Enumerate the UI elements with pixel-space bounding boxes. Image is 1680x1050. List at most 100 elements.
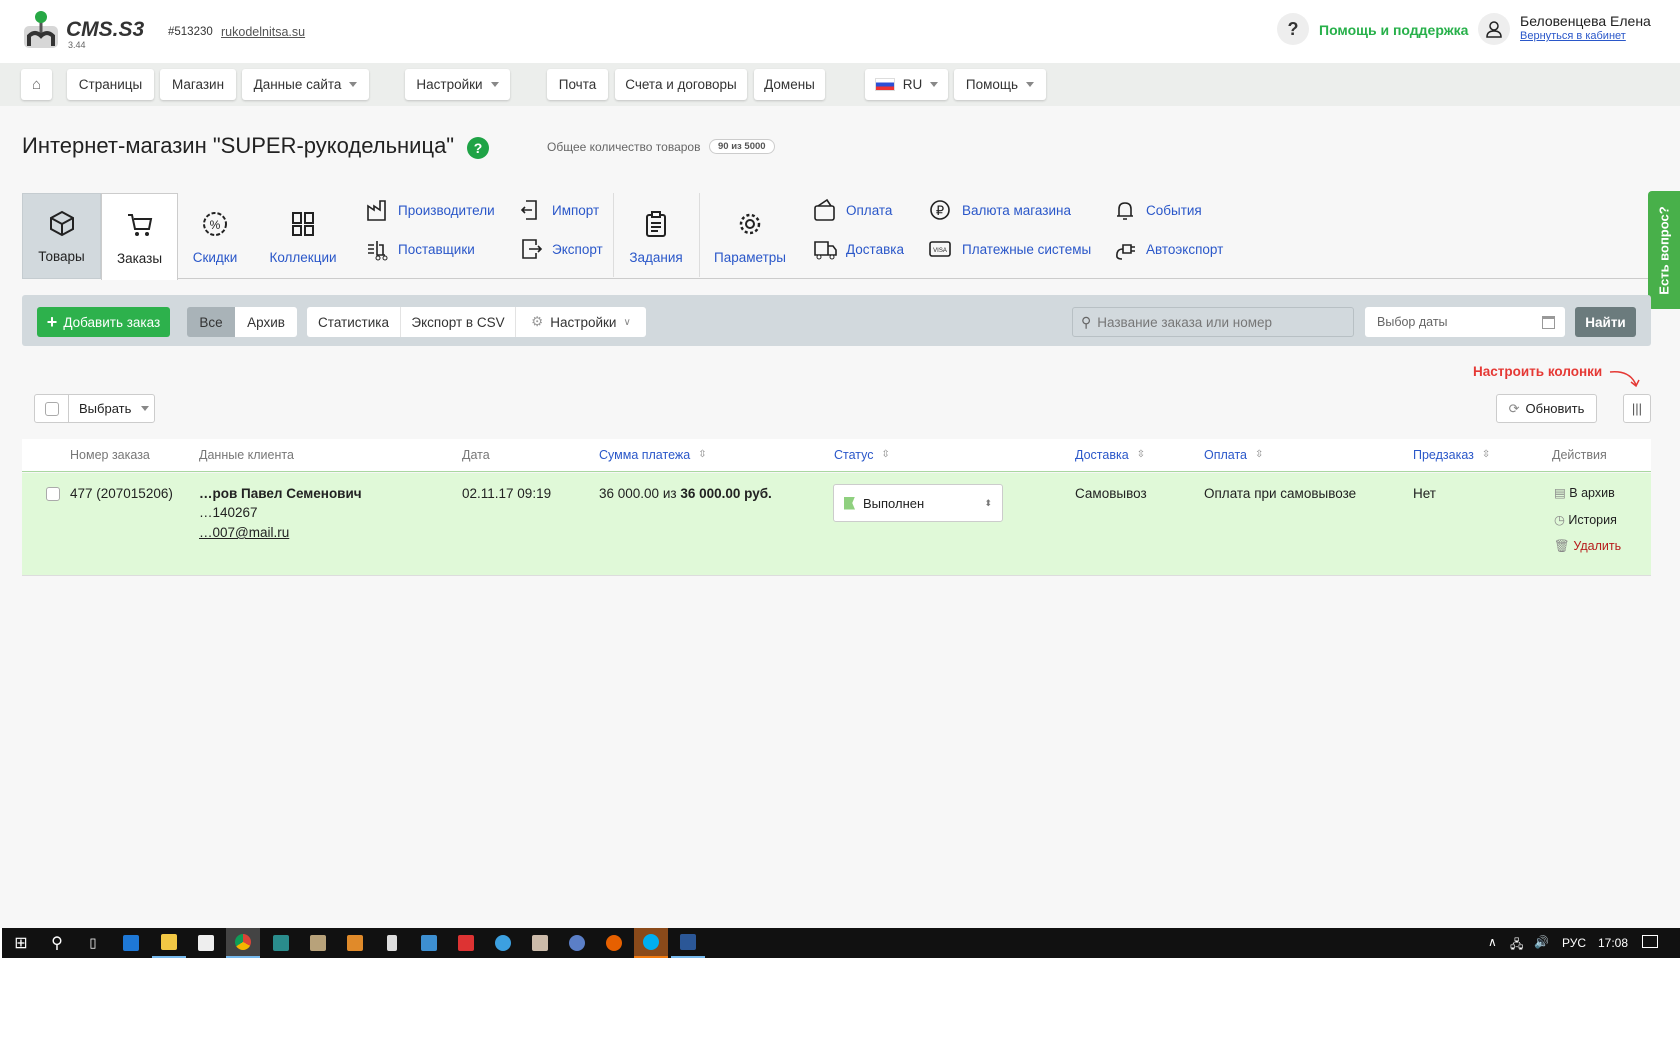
select-dropdown[interactable]: Выбрать bbox=[34, 394, 155, 423]
kaspersky-icon bbox=[458, 935, 474, 951]
module-platezhnye[interactable]: VISA Платежные системы bbox=[929, 237, 1091, 261]
module-import[interactable]: Импорт bbox=[519, 198, 599, 222]
order-sum: 36 000.00 из 36 000.00 руб. bbox=[599, 486, 772, 501]
module-skidki[interactable]: % Скидки bbox=[185, 193, 245, 279]
taskbar-ie[interactable] bbox=[486, 928, 520, 958]
status-select[interactable]: Выполнен ⬍ bbox=[833, 484, 1003, 522]
col-sum[interactable]: Сумма платежа ⇳ bbox=[599, 448, 707, 462]
date-picker-input[interactable]: Выбор даты bbox=[1365, 307, 1565, 337]
task-view-button[interactable]: ▯ bbox=[76, 928, 110, 958]
columns-settings-button[interactable]: ||| bbox=[1623, 394, 1651, 423]
sum-of: из bbox=[662, 486, 677, 501]
taskbar-word[interactable] bbox=[671, 928, 705, 958]
nav-invoices[interactable]: Счета и договоры bbox=[615, 69, 747, 100]
taskbar-edge[interactable] bbox=[114, 928, 148, 958]
taskbar-skype[interactable] bbox=[634, 928, 668, 958]
refresh-button[interactable]: ⟳ Обновить bbox=[1496, 394, 1597, 423]
nav-pages[interactable]: Страницы bbox=[67, 69, 154, 100]
module-dostavka[interactable]: Доставка bbox=[813, 237, 904, 261]
task-view-icon: ▯ bbox=[89, 935, 97, 950]
statistics-button[interactable]: Статистика bbox=[307, 307, 401, 337]
taskbar-explorer[interactable] bbox=[152, 928, 186, 958]
taskbar-chrome[interactable] bbox=[226, 928, 260, 958]
module-label: Валюта магазина bbox=[962, 202, 1071, 218]
select-all-checkbox[interactable] bbox=[35, 395, 69, 422]
export-csv-button[interactable]: Экспорт в CSV bbox=[401, 307, 516, 337]
module-parametry[interactable]: Параметры bbox=[706, 193, 794, 279]
gear-icon bbox=[739, 213, 761, 235]
add-order-button[interactable]: + Добавить заказ bbox=[37, 307, 170, 337]
delete-action[interactable]: 🗑 Удалить bbox=[1554, 539, 1621, 554]
archive-action[interactable]: ▤ В архив bbox=[1554, 485, 1615, 500]
delivery-value: Самовывоз bbox=[1075, 486, 1147, 501]
find-button[interactable]: Найти bbox=[1575, 307, 1636, 337]
order-search-input[interactable]: ⚲ Название заказа или номер bbox=[1072, 307, 1354, 337]
taskbar-firefox[interactable] bbox=[597, 928, 631, 958]
back-to-cabinet-link[interactable]: Вернуться в кабинет bbox=[1520, 30, 1626, 42]
nav-help[interactable]: Помощь bbox=[954, 69, 1046, 100]
row-checkbox[interactable] bbox=[46, 487, 60, 501]
help-icon[interactable]: ? bbox=[1277, 13, 1309, 45]
home-button[interactable]: ⌂ bbox=[21, 69, 52, 100]
module-oplata[interactable]: Оплата bbox=[813, 198, 892, 222]
taskbar-app[interactable] bbox=[338, 928, 372, 958]
taskbar-store[interactable] bbox=[189, 928, 223, 958]
svg-text:%: % bbox=[210, 218, 221, 232]
module-export[interactable]: Экспорт bbox=[519, 237, 603, 261]
clock[interactable]: 17:08 bbox=[1598, 936, 1628, 950]
tray-chevron-icon[interactable]: ∧ bbox=[1488, 935, 1497, 949]
search-button[interactable]: ⚲ bbox=[40, 928, 74, 958]
question-side-tab[interactable]: Есть вопрос? bbox=[1648, 191, 1680, 309]
network-icon[interactable]: 🖧 bbox=[1510, 935, 1523, 956]
module-tovary[interactable]: Товары bbox=[22, 193, 101, 279]
start-button[interactable]: ⊞ bbox=[4, 928, 38, 958]
gear-icon: ⚙ bbox=[531, 314, 544, 329]
sum-total: 36 000.00 руб. bbox=[680, 486, 772, 501]
settings-dropdown[interactable]: ⚙ Настройки ∨ bbox=[516, 307, 646, 337]
notifications-icon[interactable] bbox=[1642, 935, 1658, 948]
module-valuta[interactable]: ₽ Валюта магазина bbox=[929, 198, 1071, 222]
taskbar-app[interactable] bbox=[301, 928, 335, 958]
site-domain-link[interactable]: rukodelnitsa.su bbox=[221, 25, 305, 39]
module-proizvoditeli[interactable]: Производители bbox=[365, 198, 495, 222]
module-zakazy[interactable]: Заказы bbox=[101, 193, 178, 280]
client-email-link[interactable]: …007@mail.ru bbox=[199, 525, 289, 540]
module-kollekcii[interactable]: Коллекции bbox=[268, 193, 338, 279]
module-postavshiki[interactable]: Поставщики bbox=[365, 237, 475, 261]
filter-archive-tab[interactable]: Архив bbox=[235, 307, 297, 337]
cms-logo-icon[interactable] bbox=[22, 10, 60, 50]
nav-site-data[interactable]: Данные сайта bbox=[242, 69, 369, 100]
filter-all-tab[interactable]: Все bbox=[187, 307, 235, 337]
volume-icon[interactable]: 🔊 bbox=[1534, 935, 1549, 949]
help-support-link[interactable]: Помощь и поддержка bbox=[1319, 22, 1468, 38]
nav-shop[interactable]: Магазин bbox=[160, 69, 236, 100]
col-status[interactable]: Статус ⇳ bbox=[834, 448, 890, 462]
title-help-icon[interactable]: ? bbox=[467, 137, 489, 159]
taskbar-app[interactable] bbox=[264, 928, 298, 958]
taskbar-app[interactable] bbox=[412, 928, 446, 958]
taskbar-paint[interactable] bbox=[523, 928, 557, 958]
module-sobytiya[interactable]: События bbox=[1113, 198, 1202, 222]
module-avtoexport[interactable]: Автоэкспорт bbox=[1113, 237, 1223, 261]
module-zadaniya[interactable]: Задания bbox=[620, 193, 692, 279]
taskbar-app[interactable] bbox=[560, 928, 594, 958]
nav-settings[interactable]: Настройки bbox=[405, 69, 510, 100]
taskbar-calculator[interactable] bbox=[375, 928, 409, 958]
user-icon[interactable] bbox=[1478, 13, 1510, 45]
language-indicator[interactable]: РУС bbox=[1562, 936, 1586, 950]
edge-icon bbox=[123, 935, 139, 951]
module-label: Товары bbox=[38, 249, 85, 264]
col-delivery[interactable]: Доставка ⇳ bbox=[1075, 448, 1145, 462]
search-placeholder: Название заказа или номер bbox=[1097, 314, 1273, 330]
sort-icon: ⇳ bbox=[1255, 449, 1264, 460]
order-number-link[interactable]: 477 (207015206) bbox=[70, 486, 173, 501]
col-preorder[interactable]: Предзаказ ⇳ bbox=[1413, 448, 1490, 462]
nav-mail[interactable]: Почта bbox=[547, 69, 608, 100]
nav-domains[interactable]: Домены bbox=[754, 69, 825, 100]
archive-icon: ▤ bbox=[1554, 486, 1566, 500]
col-payment[interactable]: Оплата ⇳ bbox=[1204, 448, 1263, 462]
history-action[interactable]: ◷ История bbox=[1554, 512, 1617, 527]
nav-language[interactable]: RU bbox=[865, 69, 948, 100]
taskbar-kaspersky[interactable] bbox=[449, 928, 483, 958]
columns-icon: ||| bbox=[1631, 401, 1643, 416]
